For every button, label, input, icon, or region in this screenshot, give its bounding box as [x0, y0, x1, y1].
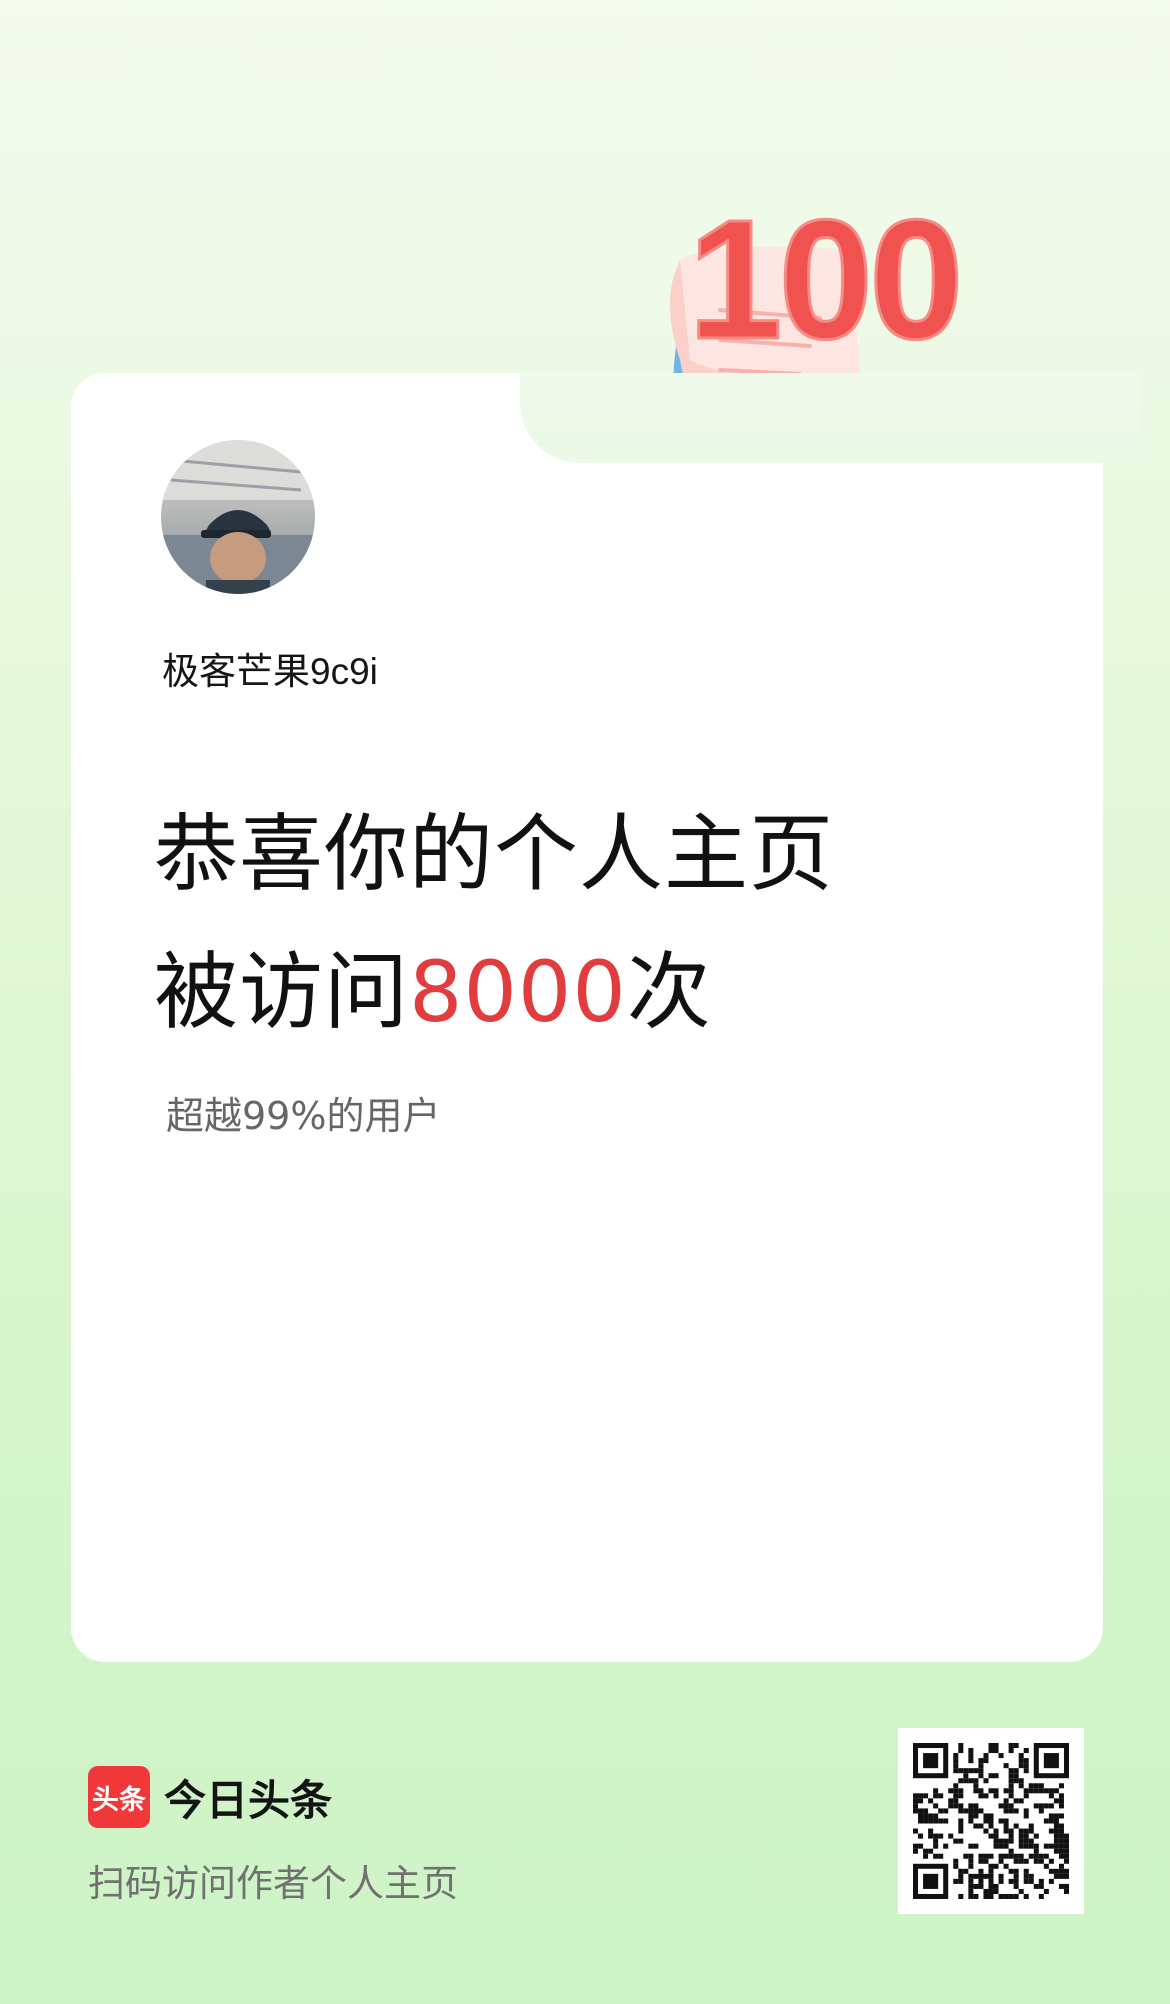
headline-line-2: 被访问8000次 [154, 923, 834, 1061]
visit-count: 8000 [409, 943, 627, 1041]
badge-number: 100 [688, 185, 960, 375]
brand-row: 头条 今日头条 [88, 1766, 332, 1828]
congratulations-headline: 恭喜你的个人主页 被访问8000次 [154, 785, 834, 1061]
username: 极客芒果9c9i [162, 651, 378, 692]
headline-line-1: 恭喜你的个人主页 [154, 805, 835, 903]
brand-name: 今日头条 [164, 1775, 333, 1825]
card-notch [520, 373, 1140, 463]
qr-code[interactable] [898, 1728, 1084, 1914]
headline-suffix: 次 [626, 943, 712, 1041]
toutiao-logo-icon: 头条 [88, 1766, 150, 1828]
headline-prefix: 被访问 [154, 943, 410, 1041]
percentile-text: 超越99%的用户 [166, 1094, 441, 1138]
user-avatar[interactable] [161, 440, 315, 594]
scan-tip: 扫码访问作者个人主页 [88, 1862, 458, 1905]
